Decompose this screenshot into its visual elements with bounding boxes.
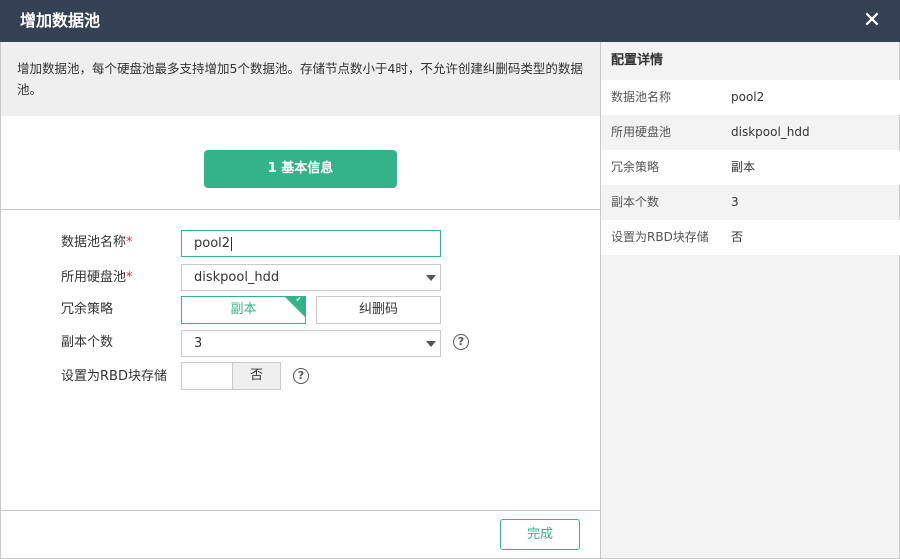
notice-panel: 增加数据池，每个硬盘池最多支持增加5个数据池。存储节点数小于4时，不允许创建纠删… — [1, 42, 600, 116]
redundancy-option-erasure[interactable]: 纠删码 — [316, 296, 441, 324]
footer-divider — [1, 510, 600, 511]
pool-name-value: pool2 — [194, 236, 231, 251]
step-basic-info[interactable]: 1 基本信息 — [204, 150, 397, 188]
details-panel: 配置详情 数据池名称 pool2 所用硬盘池 diskpool_hdd 冗余策略… — [600, 42, 900, 558]
text-caret — [231, 236, 233, 251]
disk-pool-value: diskpool_hdd — [194, 270, 280, 285]
detail-value: diskpool_hdd — [731, 125, 810, 139]
detail-key: 副本个数 — [611, 195, 660, 209]
pool-name-label: 数据池名称* — [61, 234, 133, 252]
close-icon[interactable]: ✕ — [860, 9, 884, 33]
dialog-titlebar: 增加数据池 ✕ — [0, 0, 900, 42]
chevron-down-icon — [426, 341, 436, 347]
rbd-toggle-knob: 否 — [232, 363, 280, 389]
help-icon[interactable]: ? — [293, 368, 309, 384]
redundancy-option-replica[interactable]: 副本 ✓ — [181, 296, 306, 324]
detail-value: 副本 — [731, 160, 756, 174]
replica-count-value: 3 — [194, 336, 203, 351]
details-header: 配置详情 — [601, 42, 900, 80]
help-icon[interactable]: ? — [453, 334, 469, 350]
detail-row: 冗余策略 副本 — [601, 150, 900, 185]
disk-pool-label-text: 所用硬盘池 — [61, 270, 127, 285]
detail-row: 所用硬盘池 diskpool_hdd — [601, 115, 900, 150]
required-mark: * — [126, 235, 133, 250]
rbd-label: 设置为RBD块存储 — [61, 369, 167, 384]
step-divider — [1, 209, 600, 210]
detail-key: 数据池名称 — [611, 90, 672, 104]
notice-text: 增加数据池，每个硬盘池最多支持增加5个数据池。存储节点数小于4时，不允许创建纠删… — [17, 61, 583, 97]
pool-name-label-text: 数据池名称 — [61, 235, 127, 250]
chevron-down-icon — [426, 275, 436, 281]
rbd-toggle[interactable]: 否 — [181, 362, 281, 390]
done-button[interactable]: 完成 — [500, 519, 580, 550]
check-icon: ✓ — [294, 296, 304, 305]
details-title: 配置详情 — [611, 53, 664, 68]
detail-row: 数据池名称 pool2 — [601, 80, 900, 115]
required-mark: * — [126, 270, 133, 285]
detail-key: 冗余策略 — [611, 160, 660, 174]
detail-value: 否 — [731, 230, 744, 244]
disk-pool-select[interactable]: diskpool_hdd — [181, 264, 441, 291]
pool-name-input[interactable]: pool2 — [181, 230, 441, 257]
detail-value: pool2 — [731, 90, 765, 104]
replica-count-select[interactable]: 3 — [181, 330, 441, 357]
redundancy-option-replica-label: 副本 — [230, 302, 257, 317]
detail-value: 3 — [731, 195, 739, 209]
replica-count-label: 副本个数 — [61, 335, 114, 350]
disk-pool-label: 所用硬盘池* — [61, 269, 133, 287]
detail-key: 所用硬盘池 — [611, 125, 672, 139]
detail-key: 设置为RBD块存储 — [611, 230, 709, 244]
dialog-title: 增加数据池 — [20, 11, 101, 30]
detail-row: 副本个数 3 — [601, 185, 900, 220]
redundancy-label: 冗余策略 — [61, 302, 114, 317]
detail-row: 设置为RBD块存储 否 — [601, 220, 900, 255]
